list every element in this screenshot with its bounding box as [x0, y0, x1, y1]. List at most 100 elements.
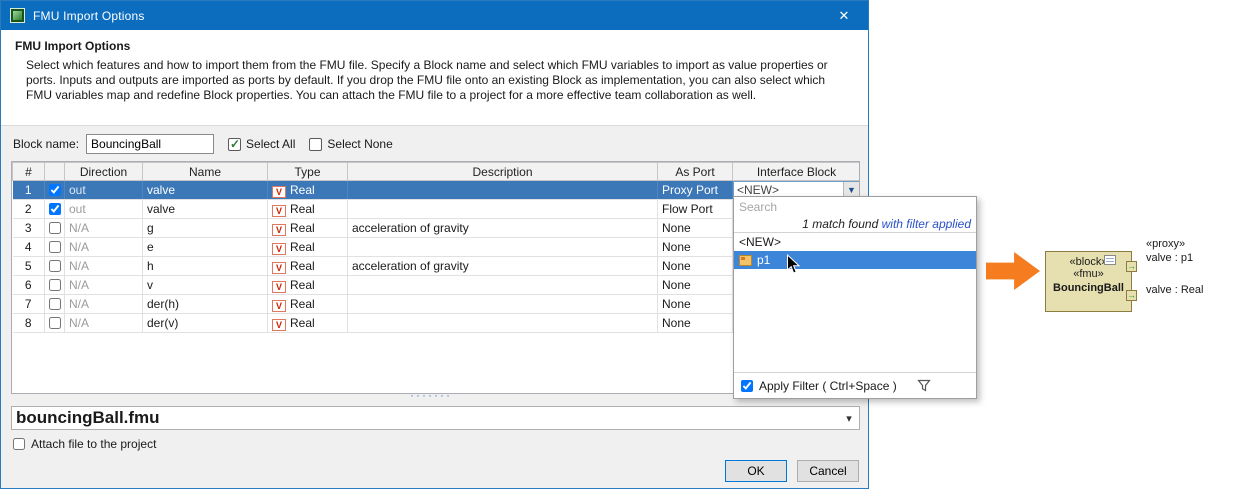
- type-cell[interactable]: VReal: [268, 276, 348, 295]
- row-number-cell[interactable]: 6: [13, 276, 45, 295]
- row-number-cell[interactable]: 1: [13, 181, 45, 200]
- description-cell[interactable]: [348, 181, 658, 200]
- description-cell[interactable]: [348, 200, 658, 219]
- row-number-cell[interactable]: 5: [13, 257, 45, 276]
- type-cell[interactable]: VReal: [268, 200, 348, 219]
- fmu-file-name: bouncingBall.fmu: [12, 408, 839, 428]
- row-checkbox-cell[interactable]: [45, 295, 65, 314]
- row-checkbox[interactable]: [49, 260, 61, 272]
- type-cell[interactable]: VReal: [268, 219, 348, 238]
- search-input[interactable]: [734, 197, 976, 217]
- select-none-button[interactable]: Select None: [309, 137, 392, 151]
- as-port-cell[interactable]: None: [658, 276, 733, 295]
- column-header[interactable]: Type: [268, 163, 348, 181]
- direction-cell[interactable]: N/A: [65, 219, 143, 238]
- type-cell[interactable]: VReal: [268, 181, 348, 200]
- name-cell[interactable]: valve: [143, 181, 268, 200]
- description-cell[interactable]: acceleration of gravity: [348, 219, 658, 238]
- name-cell[interactable]: h: [143, 257, 268, 276]
- select-all-button[interactable]: Select All: [228, 137, 295, 151]
- column-header[interactable]: Interface Block: [733, 163, 861, 181]
- row-number-cell[interactable]: 8: [13, 314, 45, 333]
- direction-cell[interactable]: N/A: [65, 314, 143, 333]
- close-icon[interactable]: ✕: [829, 1, 859, 30]
- value-type-icon: V: [272, 186, 286, 198]
- row-checkbox[interactable]: [49, 298, 61, 310]
- row-checkbox[interactable]: [49, 241, 61, 253]
- row-checkbox-cell[interactable]: [45, 181, 65, 200]
- row-checkbox-cell[interactable]: [45, 238, 65, 257]
- dropdown-option[interactable]: p1: [734, 251, 976, 269]
- block-name-input[interactable]: [86, 134, 214, 154]
- chevron-down-icon[interactable]: ▾: [839, 412, 859, 425]
- name-cell[interactable]: der(v): [143, 314, 268, 333]
- name-cell[interactable]: g: [143, 219, 268, 238]
- description-cell[interactable]: [348, 314, 658, 333]
- row-checkbox[interactable]: [49, 317, 61, 329]
- attach-file-checkbox-input[interactable]: [13, 438, 25, 450]
- type-cell[interactable]: VReal: [268, 295, 348, 314]
- proxy-stereotype-label: «proxy»: [1146, 238, 1185, 250]
- as-port-cell[interactable]: None: [658, 219, 733, 238]
- row-checkbox[interactable]: [49, 222, 61, 234]
- column-header[interactable]: Name: [143, 163, 268, 181]
- row-checkbox-cell[interactable]: [45, 219, 65, 238]
- direction-cell[interactable]: N/A: [65, 257, 143, 276]
- block-name-label: Block name:: [13, 137, 79, 151]
- column-header[interactable]: As Port: [658, 163, 733, 181]
- name-cell[interactable]: v: [143, 276, 268, 295]
- row-number-cell[interactable]: 2: [13, 200, 45, 219]
- as-port-cell[interactable]: None: [658, 314, 733, 333]
- type-cell[interactable]: VReal: [268, 257, 348, 276]
- description-cell[interactable]: [348, 295, 658, 314]
- row-checkbox[interactable]: [49, 203, 61, 215]
- row-number-cell[interactable]: 3: [13, 219, 45, 238]
- as-port-cell[interactable]: None: [658, 238, 733, 257]
- description-cell[interactable]: acceleration of gravity: [348, 257, 658, 276]
- row-checkbox[interactable]: [49, 184, 61, 196]
- row-checkbox[interactable]: [49, 279, 61, 291]
- ok-button[interactable]: OK: [725, 460, 787, 482]
- fmu-file-combo[interactable]: bouncingBall.fmu ▾: [11, 406, 860, 430]
- bouncingball-block[interactable]: «block» «fmu» BouncingBall → →: [1045, 251, 1132, 312]
- type-cell[interactable]: VReal: [268, 238, 348, 257]
- row-number-cell[interactable]: 7: [13, 295, 45, 314]
- description-cell[interactable]: [348, 238, 658, 257]
- flow-port-icon[interactable]: →: [1126, 290, 1137, 301]
- titlebar[interactable]: FMU Import Options ✕: [1, 1, 868, 30]
- direction-cell[interactable]: N/A: [65, 238, 143, 257]
- type-cell[interactable]: VReal: [268, 314, 348, 333]
- row-checkbox-cell[interactable]: [45, 314, 65, 333]
- as-port-cell[interactable]: Proxy Port: [658, 181, 733, 200]
- as-port-cell[interactable]: None: [658, 257, 733, 276]
- proxy-port-icon[interactable]: →: [1126, 261, 1137, 272]
- column-header[interactable]: Direction: [65, 163, 143, 181]
- interface-block-dropdown: 1 match found with filter applied <NEW>p…: [733, 196, 977, 399]
- name-cell[interactable]: e: [143, 238, 268, 257]
- row-checkbox-cell[interactable]: [45, 257, 65, 276]
- as-port-cell[interactable]: None: [658, 295, 733, 314]
- select-none-label: Select None: [327, 137, 392, 151]
- apply-filter-checkbox[interactable]: Apply Filter ( Ctrl+Space ): [741, 379, 897, 393]
- direction-cell[interactable]: N/A: [65, 276, 143, 295]
- apply-filter-checkbox-input[interactable]: [741, 380, 753, 392]
- as-port-cell[interactable]: Flow Port: [658, 200, 733, 219]
- name-cell[interactable]: valve: [143, 200, 268, 219]
- column-header[interactable]: Description: [348, 163, 658, 181]
- direction-cell[interactable]: out: [65, 181, 143, 200]
- row-checkbox-cell[interactable]: [45, 200, 65, 219]
- column-header[interactable]: #: [13, 163, 45, 181]
- description-cell[interactable]: [348, 276, 658, 295]
- dropdown-option[interactable]: <NEW>: [734, 233, 976, 251]
- row-checkbox-cell[interactable]: [45, 276, 65, 295]
- filter-icon[interactable]: [917, 379, 931, 392]
- direction-cell[interactable]: N/A: [65, 295, 143, 314]
- cancel-button[interactable]: Cancel: [797, 460, 859, 482]
- attach-file-checkbox[interactable]: Attach file to the project: [13, 437, 156, 451]
- value-type-icon: V: [272, 224, 286, 236]
- column-header[interactable]: [45, 163, 65, 181]
- name-cell[interactable]: der(h): [143, 295, 268, 314]
- splitter-handle[interactable]: ··············: [405, 392, 457, 400]
- row-number-cell[interactable]: 4: [13, 238, 45, 257]
- direction-cell[interactable]: out: [65, 200, 143, 219]
